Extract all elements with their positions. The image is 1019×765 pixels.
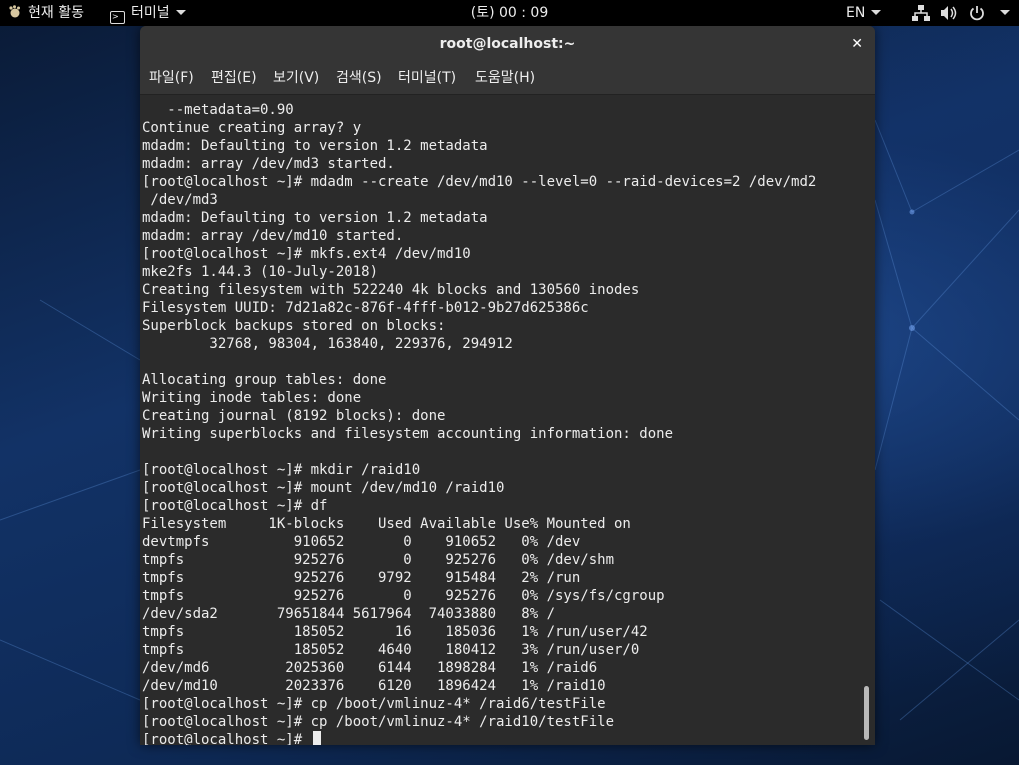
volume-icon[interactable] xyxy=(940,5,958,21)
terminal-line: [root@localhost ~]# mount /dev/md10 /rai… xyxy=(142,480,505,496)
menu-bar: 파일(F) 편집(E) 보기(V) 검색(S) 터미널(T) 도움말(H) xyxy=(140,62,875,95)
window-title: root@localhost:~ xyxy=(439,36,576,52)
terminal-line: Writing inode tables: done xyxy=(142,390,362,406)
terminal-line: 32768, 98304, 163840, 229376, 294912 xyxy=(142,336,513,352)
close-button[interactable]: ✕ xyxy=(851,26,863,62)
menu-file[interactable]: 파일(F) xyxy=(149,62,194,94)
terminal-line: [root@localhost ~]# df xyxy=(142,498,328,514)
terminal-line: mke2fs 1.44.3 (10-July-2018) xyxy=(142,264,379,280)
terminal-line: Creating filesystem with 522240 4k block… xyxy=(142,282,640,298)
terminal-line: [root@localhost ~]# mkdir /raid10 xyxy=(142,462,421,478)
terminal-line: --metadata=0.90 xyxy=(142,102,294,118)
terminal-line: [root@localhost ~]# cp /boot/vmlinuz-4* … xyxy=(142,696,606,712)
menu-terminal[interactable]: 터미널(T) xyxy=(398,62,456,94)
menu-search[interactable]: 검색(S) xyxy=(336,62,382,94)
terminal-line: [root@localhost ~]# mkfs.ext4 /dev/md10 xyxy=(142,246,471,262)
text-cursor xyxy=(313,731,321,745)
terminal-line: Writing superblocks and filesystem accou… xyxy=(142,426,674,442)
terminal-line: Superblock backups stored on blocks: xyxy=(142,318,446,334)
terminal-line: tmpfs 185052 4640 180412 3% /run/user/0 xyxy=(142,642,640,658)
terminal-line: tmpfs 925276 0 925276 0% /sys/fs/cgroup xyxy=(142,588,665,604)
window-titlebar[interactable]: root@localhost:~ ✕ xyxy=(140,26,875,62)
menu-edit[interactable]: 편집(E) xyxy=(211,62,257,94)
scrollbar-thumb[interactable] xyxy=(864,686,869,740)
terminal-line: mdadm: array /dev/md3 started. xyxy=(142,156,395,172)
menu-view[interactable]: 보기(V) xyxy=(273,62,319,94)
terminal-line: [root@localhost ~]# xyxy=(142,732,303,745)
network-icon[interactable] xyxy=(912,5,930,21)
terminal-line: Continue creating array? y xyxy=(142,120,362,136)
chevron-down-icon xyxy=(1000,10,1010,15)
terminal-line: Creating journal (8192 blocks): done xyxy=(142,408,446,424)
terminal-line: tmpfs 925276 0 925276 0% /dev/shm xyxy=(142,552,615,568)
terminal-line: devtmpfs 910652 0 910652 0% /dev xyxy=(142,534,581,550)
terminal-line: Allocating group tables: done xyxy=(142,372,387,388)
terminal-area[interactable]: --metadata=0.90 Continue creating array? … xyxy=(140,95,875,745)
terminal-output: --metadata=0.90 Continue creating array? … xyxy=(142,101,816,745)
terminal-line: /dev/sda2 79651844 5617964 74033880 8% / xyxy=(142,606,556,622)
language-label: EN xyxy=(846,5,866,21)
power-icon[interactable] xyxy=(969,5,985,21)
terminal-line: tmpfs 925276 9792 915484 2% /run xyxy=(142,570,581,586)
terminal-line: mdadm: array /dev/md10 started. xyxy=(142,228,404,244)
terminal-line: mdadm: Defaulting to version 1.2 metadat… xyxy=(142,210,488,226)
system-menu-button[interactable] xyxy=(994,0,1010,26)
chevron-down-icon xyxy=(871,10,882,15)
terminal-line: [root@localhost ~]# cp /boot/vmlinuz-4* … xyxy=(142,714,615,730)
top-bar: 현재 활동 > 터미널 (토) 00 : 09 EN xyxy=(0,0,1019,26)
terminal-line: Filesystem UUID: 7d21a82c-876f-4fff-b012… xyxy=(142,300,589,316)
terminal-line: /dev/md6 2025360 6144 1898284 1% /raid6 xyxy=(142,660,598,676)
terminal-line: Filesystem 1K-blocks Used Available Use%… xyxy=(142,516,631,532)
terminal-line: mdadm: Defaulting to version 1.2 metadat… xyxy=(142,138,488,154)
language-indicator[interactable]: EN xyxy=(846,0,882,26)
terminal-window: root@localhost:~ ✕ 파일(F) 편집(E) 보기(V) 검색(… xyxy=(140,26,875,745)
terminal-line: /dev/md10 2023376 6120 1896424 1% /raid1… xyxy=(142,678,606,694)
terminal-line: [root@localhost ~]# mdadm --create /dev/… xyxy=(142,174,817,190)
terminal-line: /dev/md3 xyxy=(142,192,218,208)
menu-help[interactable]: 도움말(H) xyxy=(475,62,535,94)
terminal-line: tmpfs 185052 16 185036 1% /run/user/42 xyxy=(142,624,648,640)
